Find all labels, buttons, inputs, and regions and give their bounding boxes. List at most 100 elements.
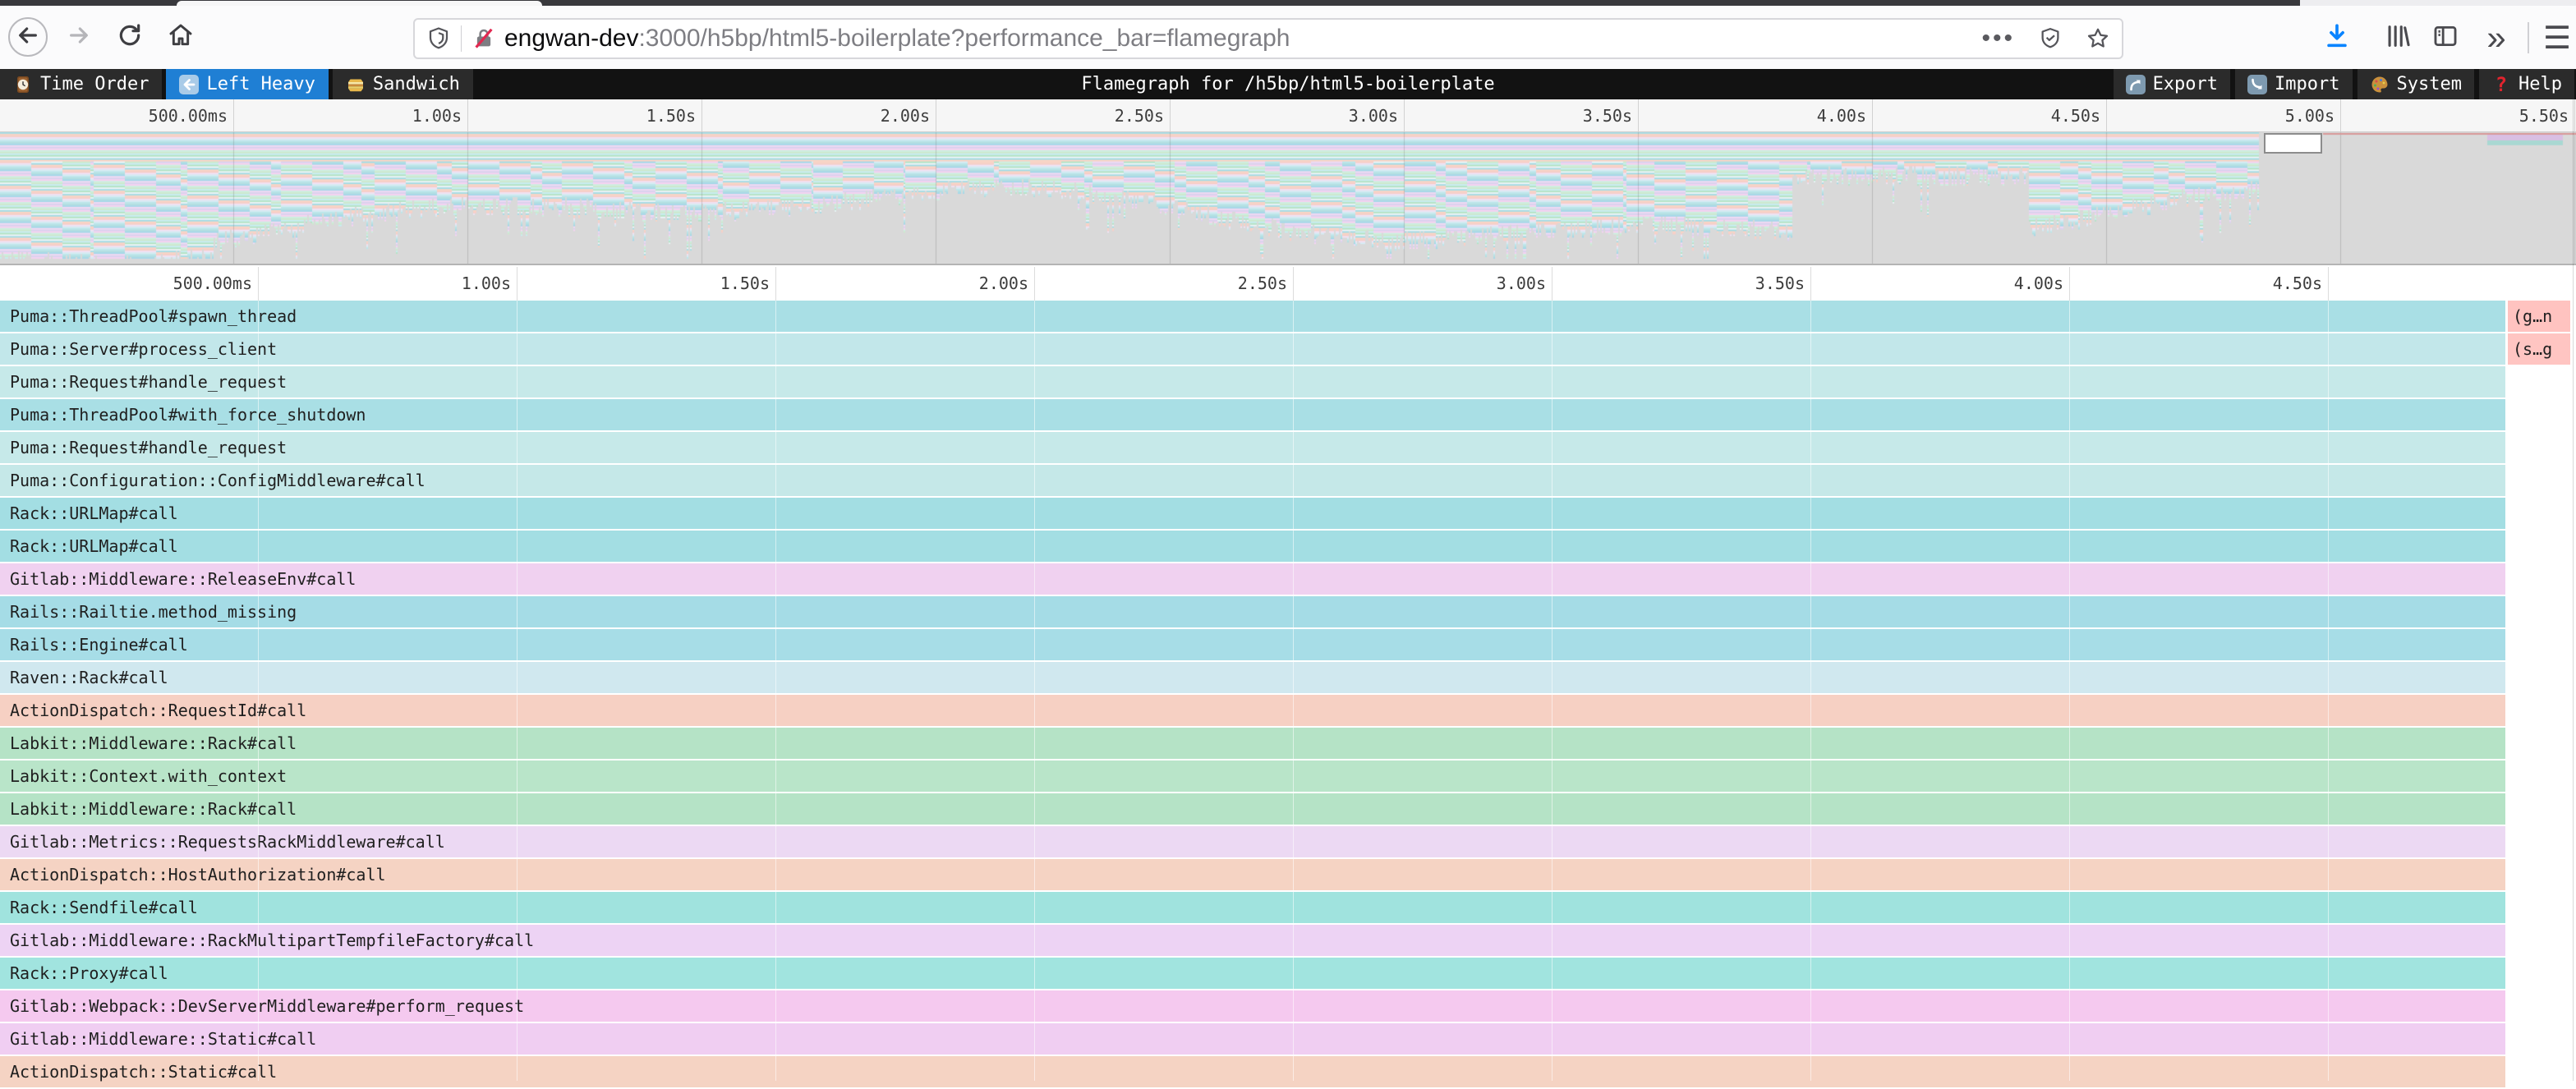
flame-row: Gitlab::Middleware::RackMultipartTempfil… — [0, 925, 2576, 958]
import-button[interactable]: Import — [2235, 69, 2352, 99]
flame-frame[interactable]: Labkit::Middleware::Rack#call — [0, 728, 2505, 759]
axis-tick-line — [1404, 99, 1405, 131]
axis-tick-label: 1.50s — [531, 99, 696, 132]
flame-frame[interactable]: Rails::Railtie.method_missing — [0, 596, 2505, 627]
forward-button[interactable] — [59, 17, 99, 57]
flame-row: Puma::Request#handle_request — [0, 366, 2576, 399]
action-label: Help — [2518, 74, 2562, 94]
frame-label: Rack::URLMap#call — [10, 531, 178, 562]
url-bar[interactable]: engwan-dev:3000/h5bp/html5-boilerplate?p… — [413, 18, 2123, 59]
flame-row: Gitlab::Webpack::DevServerMiddleware#per… — [0, 990, 2576, 1023]
tab-left-heavy[interactable]: Left Heavy — [166, 69, 328, 99]
palette-icon — [2370, 75, 2390, 94]
flame-frame[interactable]: Gitlab::Middleware::Static#call — [0, 1023, 2505, 1055]
flame-frame[interactable]: Rack::Sendfile#call — [0, 892, 2505, 923]
flame-frame[interactable]: Labkit::Context.with_context — [0, 760, 2505, 792]
export-button[interactable]: Export — [2114, 69, 2230, 99]
flame-frame[interactable]: Rack::URLMap#call — [0, 498, 2505, 529]
flame-frame[interactable]: Puma::Configuration::ConfigMiddleware#ca… — [0, 465, 2505, 496]
downloads-button[interactable] — [2318, 19, 2356, 57]
flame-frame-gc[interactable]: (s…g — [2508, 333, 2570, 365]
flame-frame[interactable]: Gitlab::Middleware::ReleaseEnv#call — [0, 563, 2505, 595]
frame-label: ActionDispatch::HostAuthorization#call — [10, 859, 386, 890]
axis-tick-line — [233, 99, 234, 131]
tab-time-order[interactable]: Time Order — [0, 69, 162, 99]
reload-button[interactable] — [110, 17, 150, 57]
flame-frame-gc[interactable]: (g…n — [2508, 301, 2570, 332]
pane-right-border — [2573, 99, 2574, 1081]
library-button[interactable] — [2379, 19, 2417, 57]
flame-frame[interactable]: Labkit::Middleware::Rack#call — [0, 793, 2505, 825]
axis-tick-label: 500.00ms — [63, 99, 228, 132]
flame-frame[interactable]: Puma::Request#handle_request — [0, 366, 2505, 397]
flame-frame[interactable]: Puma::ThreadPool#spawn_thread — [0, 301, 2505, 332]
flame-row: Rack::Sendfile#call — [0, 892, 2576, 925]
system-button[interactable]: System — [2358, 69, 2474, 99]
flame-frame[interactable]: Rails::Engine#call — [0, 629, 2505, 660]
flame-frame[interactable]: Puma::Request#handle_request — [0, 432, 2505, 463]
frame-label: Labkit::Middleware::Rack#call — [10, 728, 297, 759]
sidebar-button[interactable] — [2426, 19, 2464, 57]
tracking-shield-icon[interactable] — [425, 25, 453, 53]
flame-row: Gitlab::Middleware::Static#call — [0, 1023, 2576, 1056]
axis-tick-label: 4.50s — [2158, 267, 2322, 301]
flame-frame[interactable]: ActionDispatch::HostAuthorization#call — [0, 859, 2505, 890]
page-actions-icon[interactable]: ••• — [1981, 25, 2015, 53]
minimap-viewport[interactable] — [2264, 133, 2322, 154]
tab-label: Time Order — [40, 74, 149, 94]
flame-row: Gitlab::Middleware::ReleaseEnv#call — [0, 563, 2576, 596]
browser-toolbar: engwan-dev:3000/h5bp/html5-boilerplate?p… — [0, 6, 2576, 69]
minimap-canvas[interactable] — [0, 132, 2576, 265]
action-label: Import — [2275, 74, 2339, 94]
axis-tick-label: 500.00ms — [88, 267, 252, 301]
insecure-lock-icon[interactable] — [470, 25, 498, 53]
axis-tick-label: 1.50s — [605, 267, 770, 301]
axis-tick-label: 3.00s — [1234, 99, 1398, 132]
toolbar-actions: Export Import System?Help — [2114, 69, 2574, 99]
flame-frame[interactable]: Gitlab::Metrics::RequestsRackMiddleware#… — [0, 826, 2505, 857]
tab-sandwich[interactable]: Sandwich — [333, 69, 473, 99]
flame-frame[interactable]: Raven::Rack#call — [0, 662, 2505, 693]
url-text[interactable]: engwan-dev:3000/h5bp/html5-boilerplate?p… — [504, 25, 1970, 53]
download-icon — [2323, 22, 2351, 54]
flame-row: Rack::URLMap#call — [0, 498, 2576, 531]
axis-tick-label: 4.00s — [1702, 99, 1866, 132]
flame-row: Puma::ThreadPool#with_force_shutdown — [0, 399, 2576, 432]
reload-icon — [117, 22, 143, 53]
axis-tick-label: 3.50s — [1468, 99, 1632, 132]
flame-row: Labkit::Context.with_context — [0, 760, 2576, 793]
menu-icon[interactable]: ☰ — [2538, 19, 2576, 57]
flame-frame[interactable]: Puma::Server#process_client — [0, 333, 2505, 365]
flame-frame[interactable]: Rack::URLMap#call — [0, 531, 2505, 562]
import-icon — [2247, 75, 2267, 94]
flame-row: ActionDispatch::Static#call — [0, 1056, 2576, 1089]
home-button[interactable] — [161, 17, 200, 57]
flame-frame[interactable]: Gitlab::Middleware::RackMultipartTempfil… — [0, 925, 2505, 956]
flame-frame[interactable]: Rack::Proxy#call — [0, 958, 2505, 989]
pocket-icon[interactable] — [2036, 25, 2064, 53]
flame-frame[interactable]: Gitlab::Webpack::DevServerMiddleware#per… — [0, 990, 2505, 1022]
help-button[interactable]: ?Help — [2479, 69, 2574, 99]
flame-row: Rails::Railtie.method_missing — [0, 596, 2576, 629]
frame-label: ActionDispatch::RequestId#call — [10, 695, 306, 726]
flamegraph-rows: Puma::ThreadPool#spawn_thread(g…nPuma::S… — [0, 301, 2576, 1081]
frame-label: Gitlab::Webpack::DevServerMiddleware#per… — [10, 990, 524, 1022]
flame-frame[interactable]: ActionDispatch::Static#call — [0, 1056, 2505, 1087]
back-button[interactable] — [8, 17, 48, 57]
frame-label: Puma::Server#process_client — [10, 333, 277, 365]
axis-tick-label: 1.00s — [347, 267, 511, 301]
flame-row: Labkit::Middleware::Rack#call — [0, 728, 2576, 760]
axis-tick-label: 3.50s — [1640, 267, 1805, 301]
axis-tick-label: 1.00s — [297, 99, 462, 132]
axis-tick-label: 2.50s — [1000, 99, 1164, 132]
axis-tick-label: 3.00s — [1382, 267, 1546, 301]
browser-tab-strip — [0, 0, 2576, 6]
overflow-chevron-icon[interactable]: » — [2477, 19, 2515, 57]
frame-label: Gitlab::Middleware::RackMultipartTempfil… — [10, 925, 534, 956]
screen: engwan-dev:3000/h5bp/html5-boilerplate?p… — [0, 0, 2576, 1081]
flame-row: Rack::URLMap#call — [0, 531, 2576, 563]
flame-frame[interactable]: Puma::ThreadPool#with_force_shutdown — [0, 399, 2505, 430]
flame-row: Puma::Server#process_client (s…g — [0, 333, 2576, 366]
flame-frame[interactable]: ActionDispatch::RequestId#call — [0, 695, 2505, 726]
bookmark-star-icon[interactable] — [2084, 25, 2112, 53]
